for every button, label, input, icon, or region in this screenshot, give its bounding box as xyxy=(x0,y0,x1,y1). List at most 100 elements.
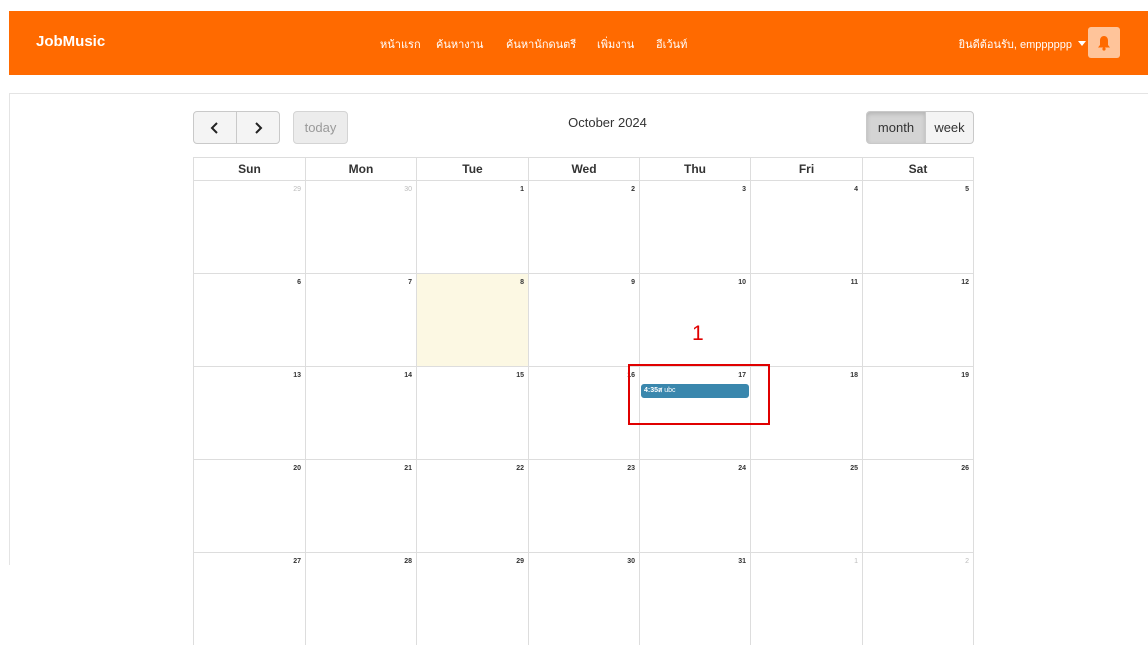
day-cell-other-month[interactable]: 1 xyxy=(750,553,862,645)
day-number: 1 xyxy=(520,186,524,193)
day-number: 3 xyxy=(742,186,746,193)
day-number: 11 xyxy=(850,279,858,286)
week-row: 13 14 15 16 17 18 19 xyxy=(193,366,974,459)
prev-month-button[interactable] xyxy=(193,111,237,144)
day-number: 24 xyxy=(738,465,746,472)
day-cell[interactable]: 23 xyxy=(528,460,639,552)
day-cell-other-month[interactable]: 2 xyxy=(862,553,974,645)
day-cell[interactable]: 10 xyxy=(639,274,750,366)
nav-search-jobs[interactable]: ค้นหางาน xyxy=(436,35,483,53)
day-number: 31 xyxy=(738,558,746,565)
week-row: 6 7 8 9 10 11 12 xyxy=(193,273,974,366)
day-number: 29 xyxy=(293,186,301,193)
annotation-highlight-box xyxy=(628,364,770,425)
day-cell[interactable]: 3 xyxy=(639,181,750,273)
weekday-label: Sun xyxy=(193,158,305,181)
weekday-label: Thu xyxy=(639,158,750,181)
day-number: 1 xyxy=(854,558,858,565)
day-number: 2 xyxy=(631,186,635,193)
day-number: 12 xyxy=(961,279,969,286)
day-number: 8 xyxy=(520,279,524,286)
day-number: 29 xyxy=(516,558,524,565)
weekday-label: Sat xyxy=(862,158,974,181)
bell-icon xyxy=(1098,35,1110,51)
week-row: 20 21 22 23 24 25 26 xyxy=(193,459,974,552)
day-number: 25 xyxy=(850,465,858,472)
calendar-grid: Sun Mon Tue Wed Thu Fri Sat 29 30 1 2 3 4 5 6 7 8… xyxy=(193,157,974,645)
day-cell[interactable]: 12 xyxy=(862,274,974,366)
chevron-right-icon xyxy=(255,121,263,134)
today-button[interactable]: today xyxy=(293,111,348,144)
day-cell[interactable]: 20 xyxy=(193,460,305,552)
day-cell[interactable]: 7 xyxy=(305,274,416,366)
day-cell[interactable]: 8 xyxy=(416,274,528,366)
week-view-button[interactable]: week xyxy=(925,111,974,144)
day-number: 5 xyxy=(965,186,969,193)
weekday-label: Mon xyxy=(305,158,416,181)
caret-down-icon xyxy=(1078,41,1086,46)
day-cell[interactable]: 21 xyxy=(305,460,416,552)
day-number: 19 xyxy=(961,372,969,379)
day-number: 26 xyxy=(961,465,969,472)
day-cell[interactable]: 11 xyxy=(750,274,862,366)
day-number: 4 xyxy=(854,186,858,193)
weekday-label: Fri xyxy=(750,158,862,181)
day-number: 21 xyxy=(404,465,412,472)
day-number: 20 xyxy=(293,465,301,472)
day-cell[interactable]: 13 xyxy=(193,367,305,459)
user-greeting: ยินดีต้อนรับ, empppppp xyxy=(958,39,1072,51)
calendar-nav xyxy=(193,111,281,144)
nav-home[interactable]: หน้าแรก xyxy=(380,35,421,53)
day-cell[interactable]: 6 xyxy=(193,274,305,366)
day-number: 10 xyxy=(738,279,746,286)
day-cell[interactable]: 9 xyxy=(528,274,639,366)
day-number: 14 xyxy=(404,372,412,379)
day-cell[interactable]: 28 xyxy=(305,553,416,645)
day-cell[interactable]: 1 xyxy=(416,181,528,273)
nav-events[interactable]: อีเว้นท์ xyxy=(656,35,687,53)
day-cell[interactable]: 19 xyxy=(862,367,974,459)
weekday-header: Sun Mon Tue Wed Thu Fri Sat xyxy=(193,157,974,181)
day-cell[interactable]: 31 xyxy=(639,553,750,645)
day-cell[interactable]: 4 xyxy=(750,181,862,273)
calendar-title: October 2024 xyxy=(568,115,647,130)
day-number: 9 xyxy=(631,279,635,286)
nav-search-musicians[interactable]: ค้นหานักดนตรี xyxy=(506,35,576,53)
day-number: 18 xyxy=(850,372,858,379)
week-row: 29 30 1 2 3 4 5 xyxy=(193,180,974,273)
top-navbar: JobMusic หน้าแรก ค้นหางาน ค้นหานักดนตรี … xyxy=(9,11,1148,75)
annotation-number: 1 xyxy=(692,322,704,345)
day-cell[interactable]: 24 xyxy=(639,460,750,552)
nav-add-job[interactable]: เพิ่มงาน xyxy=(597,35,634,53)
day-cell[interactable]: 25 xyxy=(750,460,862,552)
day-cell[interactable]: 5 xyxy=(862,181,974,273)
day-cell[interactable]: 29 xyxy=(416,553,528,645)
day-number: 22 xyxy=(516,465,524,472)
next-month-button[interactable] xyxy=(236,111,280,144)
weekday-label: Tue xyxy=(416,158,528,181)
day-cell[interactable]: 14 xyxy=(305,367,416,459)
day-number: 6 xyxy=(297,279,301,286)
day-number: 2 xyxy=(965,558,969,565)
day-number: 30 xyxy=(627,558,635,565)
day-cell[interactable]: 22 xyxy=(416,460,528,552)
day-cell-other-month[interactable]: 30 xyxy=(305,181,416,273)
day-cell[interactable]: 30 xyxy=(528,553,639,645)
week-row: 27 28 29 30 31 1 2 xyxy=(193,552,974,645)
day-number: 28 xyxy=(404,558,412,565)
day-cell[interactable]: 15 xyxy=(416,367,528,459)
chevron-left-icon xyxy=(210,121,218,134)
day-number: 7 xyxy=(408,279,412,286)
day-number: 23 xyxy=(627,465,635,472)
day-number: 27 xyxy=(293,558,301,565)
day-cell[interactable]: 16 xyxy=(528,367,639,459)
day-cell-other-month[interactable]: 29 xyxy=(193,181,305,273)
day-cell[interactable]: 27 xyxy=(193,553,305,645)
day-cell[interactable]: 26 xyxy=(862,460,974,552)
day-number: 15 xyxy=(516,372,524,379)
month-view-button[interactable]: month xyxy=(866,111,926,144)
day-number: 13 xyxy=(293,372,301,379)
notification-button[interactable] xyxy=(1088,27,1120,58)
day-cell[interactable]: 2 xyxy=(528,181,639,273)
user-dropdown[interactable]: ยินดีต้อนรับ, empppppp xyxy=(959,35,1086,53)
